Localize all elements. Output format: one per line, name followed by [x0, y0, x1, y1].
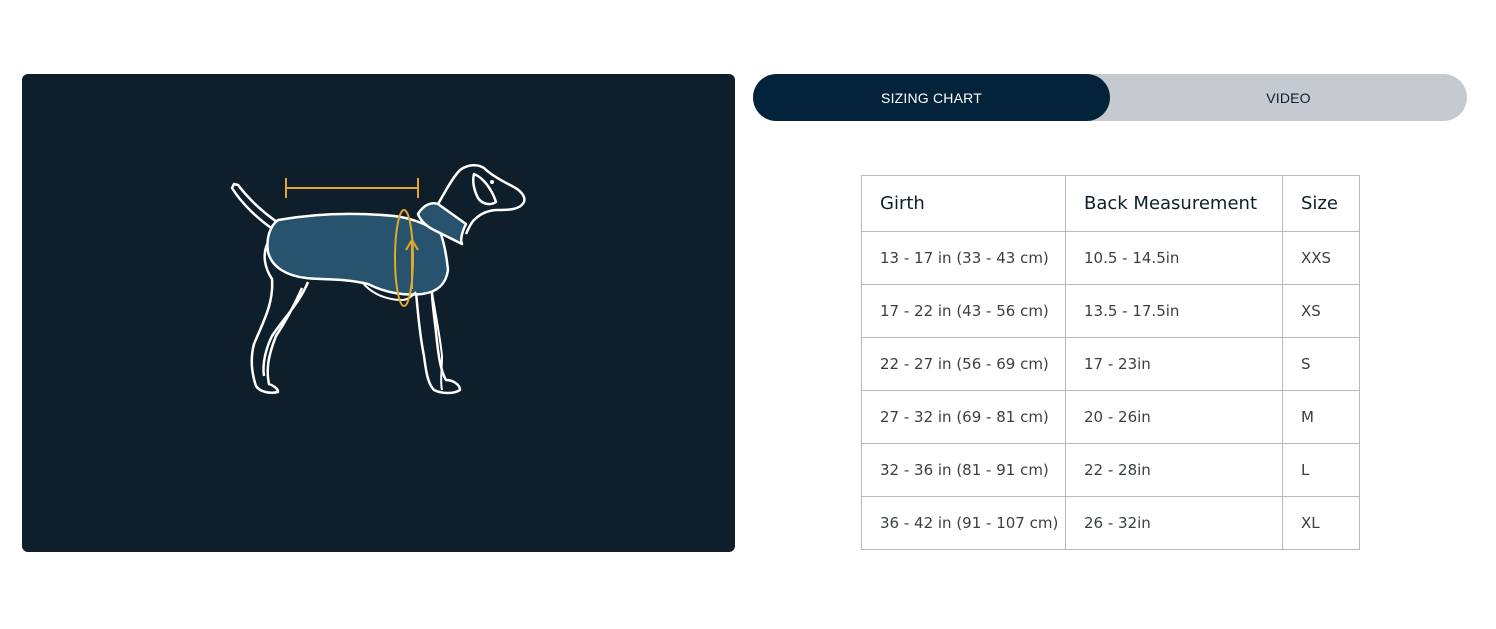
header-back-measurement: Back Measurement [1065, 175, 1283, 232]
size-cell: XS [1282, 284, 1360, 338]
dog-illustration-panel [22, 74, 735, 552]
table-row: 17 - 22 in (43 - 56 cm) 13.5 - 17.5in XS [861, 284, 1360, 338]
back-measurement-cell: 26 - 32in [1065, 496, 1283, 550]
sizing-table: Girth Back Measurement Size 13 - 17 in (… [861, 175, 1360, 550]
header-size: Size [1282, 175, 1360, 232]
size-cell: L [1282, 443, 1360, 497]
tab-video[interactable]: VIDEO [1110, 74, 1467, 121]
size-cell: XL [1282, 496, 1360, 550]
table-row: 13 - 17 in (33 - 43 cm) 10.5 - 14.5in XX… [861, 231, 1360, 285]
back-measurement-cell: 17 - 23in [1065, 337, 1283, 391]
girth-cell: 32 - 36 in (81 - 91 cm) [861, 443, 1066, 497]
back-measurement-cell: 10.5 - 14.5in [1065, 231, 1283, 285]
dog-measurement-icon [230, 164, 526, 395]
back-measurement-cell: 20 - 26in [1065, 390, 1283, 444]
tab-sizing-chart[interactable]: SIZING CHART [753, 74, 1110, 121]
back-measurement-cell: 22 - 28in [1065, 443, 1283, 497]
girth-cell: 17 - 22 in (43 - 56 cm) [861, 284, 1066, 338]
table-row: 32 - 36 in (81 - 91 cm) 22 - 28in L [861, 443, 1360, 497]
table-row: 27 - 32 in (69 - 81 cm) 20 - 26in M [861, 390, 1360, 444]
table-row: 22 - 27 in (56 - 69 cm) 17 - 23in S [861, 337, 1360, 391]
girth-cell: 36 - 42 in (91 - 107 cm) [861, 496, 1066, 550]
back-measurement-cell: 13.5 - 17.5in [1065, 284, 1283, 338]
table-header-row: Girth Back Measurement Size [861, 175, 1360, 232]
table-row: 36 - 42 in (91 - 107 cm) 26 - 32in XL [861, 496, 1360, 550]
header-girth: Girth [861, 175, 1066, 232]
size-cell: XXS [1282, 231, 1360, 285]
sizing-tabs: SIZING CHART VIDEO [753, 74, 1467, 121]
size-cell: M [1282, 390, 1360, 444]
girth-cell: 27 - 32 in (69 - 81 cm) [861, 390, 1066, 444]
size-cell: S [1282, 337, 1360, 391]
girth-cell: 13 - 17 in (33 - 43 cm) [861, 231, 1066, 285]
sizing-section: SIZING CHART VIDEO Girth Back Measuremen… [0, 0, 1496, 629]
girth-cell: 22 - 27 in (56 - 69 cm) [861, 337, 1066, 391]
